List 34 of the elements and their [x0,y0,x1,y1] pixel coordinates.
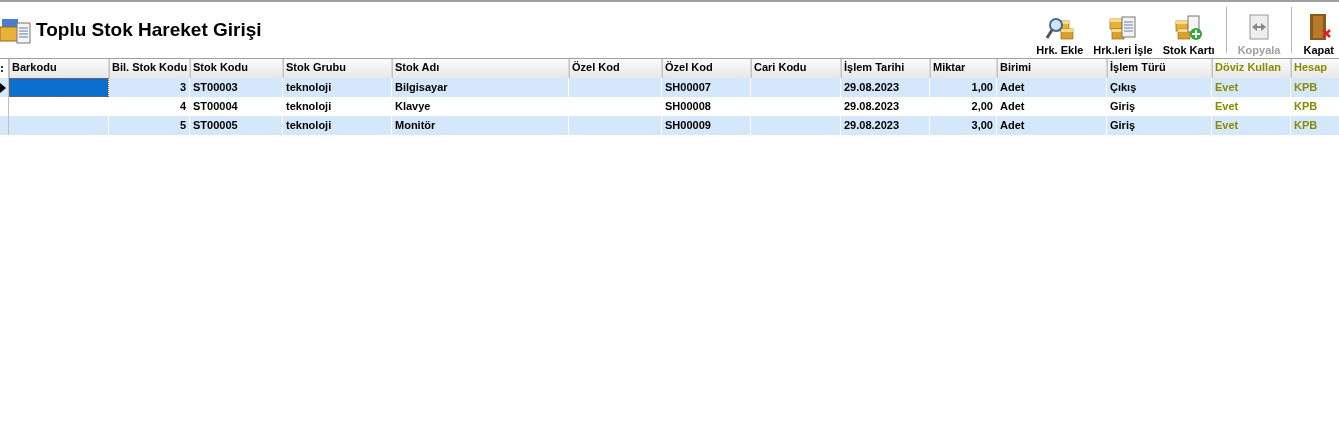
toolbar-button[interactable]: Hrk.leri İşle [1088,13,1158,56]
current-row-icon [0,82,6,93]
column-header[interactable]: Birimi [997,59,1107,78]
window-title: Toplu Stok Hareket Girişi [36,19,262,41]
toolbar-button[interactable]: Hrk. Ekle [1031,13,1089,56]
table-cell: SH00009 [662,116,751,135]
column-header[interactable]: Bil. Stok Kodu [109,59,190,78]
column-header[interactable]: Cari Kodu [751,59,841,78]
column-header[interactable]: Stok Kodu [190,59,283,78]
table-cell: KPB [1291,116,1339,135]
table-cell: teknoloji [283,116,392,135]
table-row[interactable]: 5 ST00005 teknoloji Monitör SH00009 29.08.2023 3,00 Adet Giriş Evet KPB [0,116,1339,135]
grip-icon [0,64,3,73]
column-header[interactable]: Özel Kod [569,59,662,78]
table-row[interactable]: 3 ST00003 teknoloji Bilgisayar SH00007 29.08.2023 1,00 Adet Çıkış Evet KPB [0,78,1339,97]
column-header[interactable]: Özel Kod [662,59,751,78]
table-cell: Evet [1212,116,1291,135]
column-header[interactable]: Barkodu [9,59,109,78]
table-cell: 5 [109,116,190,135]
table-cell: Monitör [392,116,569,135]
table-cell: 3,00 [930,116,997,135]
column-header[interactable]: Stok Grubu [283,59,392,78]
table-cell: ST00005 [190,116,283,135]
column-header[interactable]: İşlem Türü [1107,59,1212,78]
table-cell: Giriş [1107,116,1212,135]
column-header[interactable]: Stok Adı [392,59,569,78]
table-cell: Adet [997,116,1107,135]
table-cell: 29.08.2023 [841,116,930,135]
column-header[interactable]: Miktar [930,59,997,78]
boxes-document-icon [1108,13,1138,41]
boxes-add-icon [1173,13,1204,41]
toolbar-button[interactable]: Kapat [1298,13,1339,56]
toolbar-button[interactable]: Stok Kartı [1157,13,1220,56]
column-header[interactable]: İşlem Tarihi [841,59,930,78]
